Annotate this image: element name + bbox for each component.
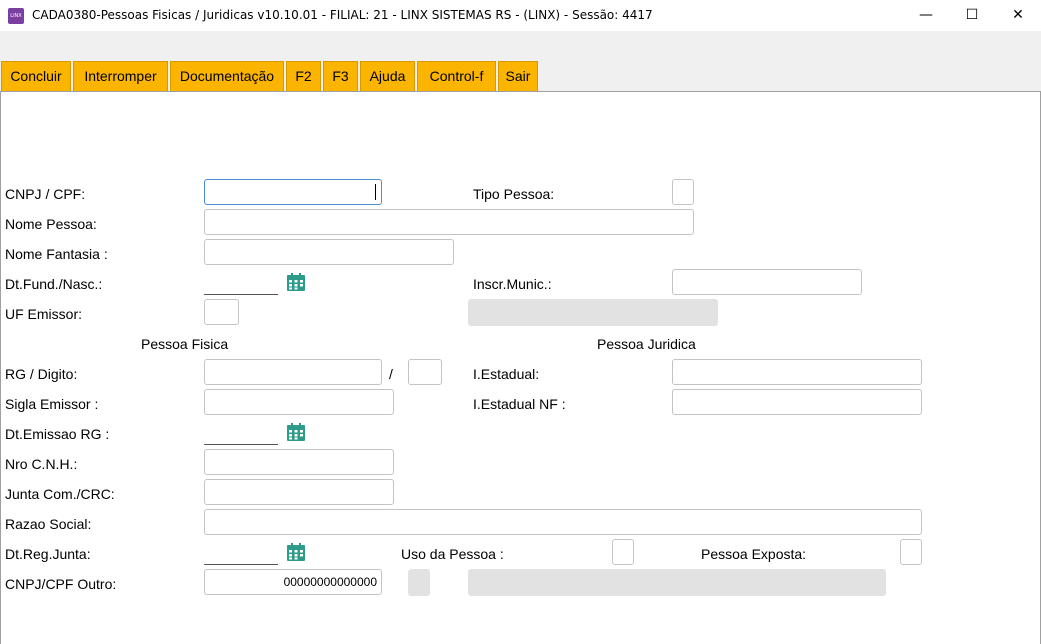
inscr-munic-input[interactable] <box>672 269 862 295</box>
i-estadual-nf-label: I.Estadual NF : <box>473 396 566 412</box>
rg-input[interactable] <box>204 359 382 385</box>
minimize-button[interactable]: — <box>903 0 949 31</box>
cnpj-cpf-label: CNPJ / CPF: <box>5 186 86 202</box>
section-pessoa-fisica: Pessoa Fisica <box>141 336 229 352</box>
tab-documentacao[interactable]: Documentação <box>170 61 284 91</box>
rg-digito-label: RG / Digito: <box>5 366 78 382</box>
rg-digito-input[interactable] <box>408 359 442 385</box>
rg-separator: / <box>389 366 393 382</box>
uf-emissor-label: UF Emissor: <box>5 306 82 322</box>
close-button[interactable]: ✕ <box>995 0 1041 31</box>
tipo-pessoa-field[interactable] <box>672 179 694 205</box>
section-pessoa-juridica: Pessoa Juridica <box>597 336 696 352</box>
text-caret <box>375 184 376 200</box>
junta-com-crc-input[interactable] <box>204 479 394 505</box>
nome-pessoa-label: Nome Pessoa: <box>5 216 97 232</box>
cnpj-cpf-outro-description <box>468 569 886 596</box>
razao-social-label: Razao Social: <box>5 516 92 532</box>
nome-fantasia-input[interactable] <box>204 239 454 265</box>
dt-emissao-rg-input[interactable] <box>204 444 278 445</box>
inscr-munic-label: Inscr.Munic.: <box>473 276 552 292</box>
dt-reg-junta-label: Dt.Reg.Junta: <box>5 546 91 562</box>
i-estadual-label: I.Estadual: <box>473 366 540 382</box>
tab-control-f[interactable]: Control-f <box>417 61 496 91</box>
cnpj-cpf-outro-code <box>408 569 430 596</box>
cnpj-cpf-outro-label: CNPJ/CPF Outro: <box>5 576 117 592</box>
uf-emissor-input[interactable] <box>204 299 239 325</box>
dt-emissao-rg-label: Dt.Emissao RG : <box>5 426 110 442</box>
nome-pessoa-input[interactable] <box>204 209 694 235</box>
sigla-emissor-label: Sigla Emissor : <box>5 396 99 412</box>
calendar-icon[interactable] <box>286 542 306 562</box>
calendar-icon[interactable] <box>286 422 306 442</box>
dt-fund-nasc-label: Dt.Fund./Nasc.: <box>5 276 103 292</box>
uso-da-pessoa-field[interactable] <box>612 539 634 565</box>
tab-sair[interactable]: Sair <box>498 61 538 91</box>
maximize-button[interactable]: ☐ <box>949 0 995 31</box>
dt-fund-nasc-input[interactable] <box>204 294 278 295</box>
i-estadual-input[interactable] <box>672 359 922 385</box>
nro-cnh-label: Nro C.N.H.: <box>5 456 78 472</box>
tab-ajuda[interactable]: Ajuda <box>360 61 415 91</box>
sigla-emissor-input[interactable] <box>204 389 394 415</box>
calendar-icon[interactable] <box>286 272 306 292</box>
razao-social-input[interactable] <box>204 509 922 535</box>
tab-f2[interactable]: F2 <box>286 61 321 91</box>
nome-fantasia-label: Nome Fantasia : <box>5 246 108 262</box>
tab-f3[interactable]: F3 <box>323 61 358 91</box>
window-title: CADA0380-Pessoas Fisicas / Juridicas v10… <box>32 8 653 22</box>
uso-da-pessoa-label: Uso da Pessoa : <box>401 546 504 562</box>
dt-reg-junta-input[interactable] <box>204 564 278 565</box>
uf-emissor-description <box>468 299 718 326</box>
pessoa-exposta-field[interactable] <box>900 539 922 565</box>
pessoa-exposta-label: Pessoa Exposta: <box>701 546 807 562</box>
i-estadual-nf-input[interactable] <box>672 389 922 415</box>
cnpj-cpf-outro-input[interactable] <box>204 569 382 595</box>
nro-cnh-input[interactable] <box>204 449 394 475</box>
app-logo-icon: LINX <box>8 8 24 24</box>
tipo-pessoa-label: Tipo Pessoa: <box>473 186 555 202</box>
junta-com-crc-label: Junta Com./CRC: <box>5 486 115 502</box>
tab-interromper[interactable]: Interromper <box>73 61 168 91</box>
tab-concluir[interactable]: Concluir <box>1 61 71 91</box>
title-bar: LINX CADA0380-Pessoas Fisicas / Juridica… <box>0 0 1041 31</box>
cnpj-cpf-input[interactable] <box>204 179 382 205</box>
